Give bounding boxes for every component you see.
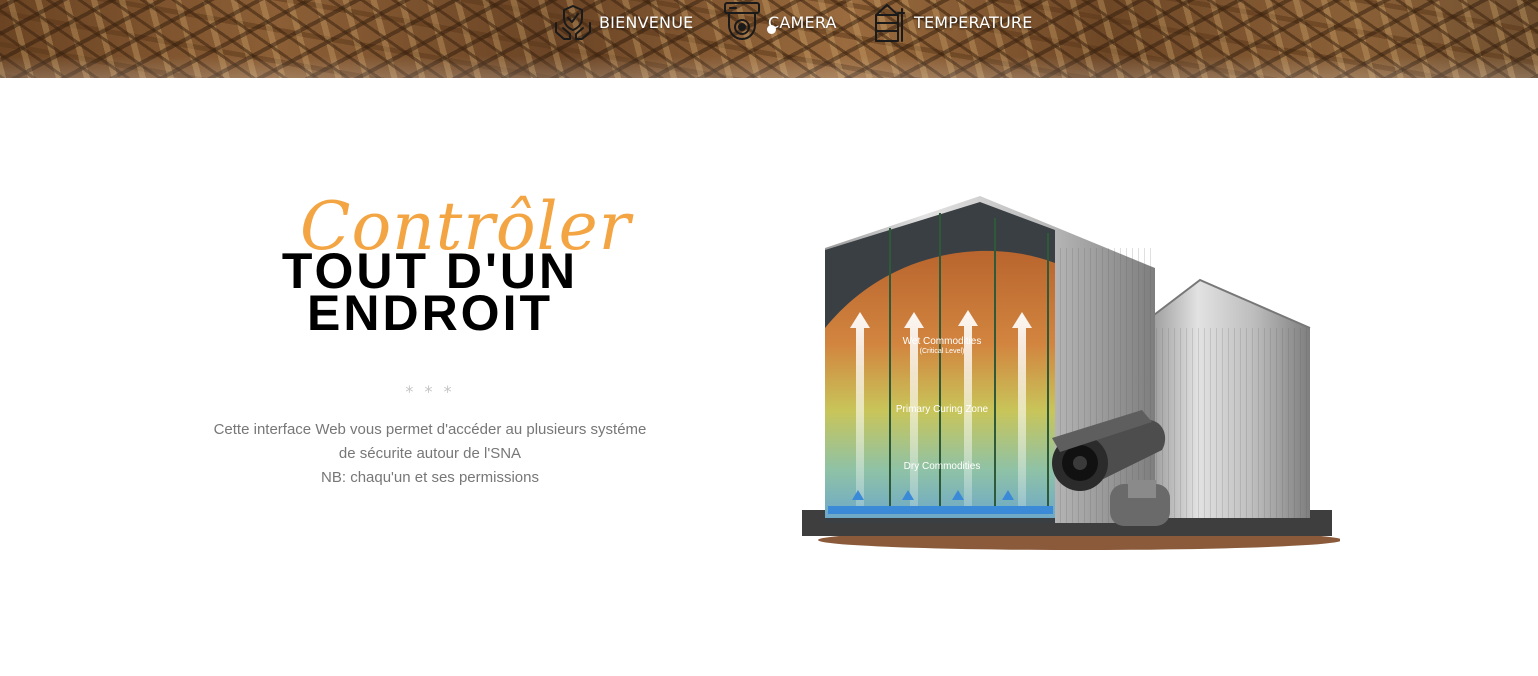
hands-shield-icon (555, 5, 591, 40)
silo-icon (875, 4, 905, 42)
security-camera-icon (724, 2, 760, 40)
description-line3: NB: chaqu'un et ses permissions (321, 469, 539, 486)
nav-item-camera[interactable]: CAMERA (722, 0, 837, 44)
description-line1: Cette interface Web vous permet d'accéde… (213, 421, 647, 438)
nav-label-camera: CAMERA (768, 12, 837, 32)
label-critical: (Critical Level) (920, 348, 965, 355)
nav-item-bienvenue[interactable]: BIENVENUE (553, 0, 693, 44)
page-title: TOUT D'UN ENDROIT (250, 246, 610, 338)
label-wet: Wet Commodities (903, 336, 982, 347)
header-banner: BIENVENUE CAMERA TEMPERATURE (0, 0, 1538, 78)
silo-illustration: Wet Commodities (Critical Level) Primary… (790, 188, 1340, 558)
active-indicator-dot (767, 25, 776, 34)
description-line2: de sécurite autour de l'SNA (338, 445, 522, 462)
silo-camera-image: Wet Commodities (Critical Level) Primary… (802, 196, 1340, 550)
nav-item-temperature[interactable]: TEMPERATURE (868, 0, 1033, 44)
nav-label-temperature: TEMPERATURE (914, 12, 1033, 32)
separator: * * * (405, 382, 455, 401)
description: Cette interface Web vous permet d'accéde… (180, 418, 680, 490)
label-primary: Primary Curing Zone (896, 404, 989, 415)
nav-label-bienvenue: BIENVENUE (599, 12, 694, 32)
label-dry: Dry Commodities (904, 461, 981, 472)
